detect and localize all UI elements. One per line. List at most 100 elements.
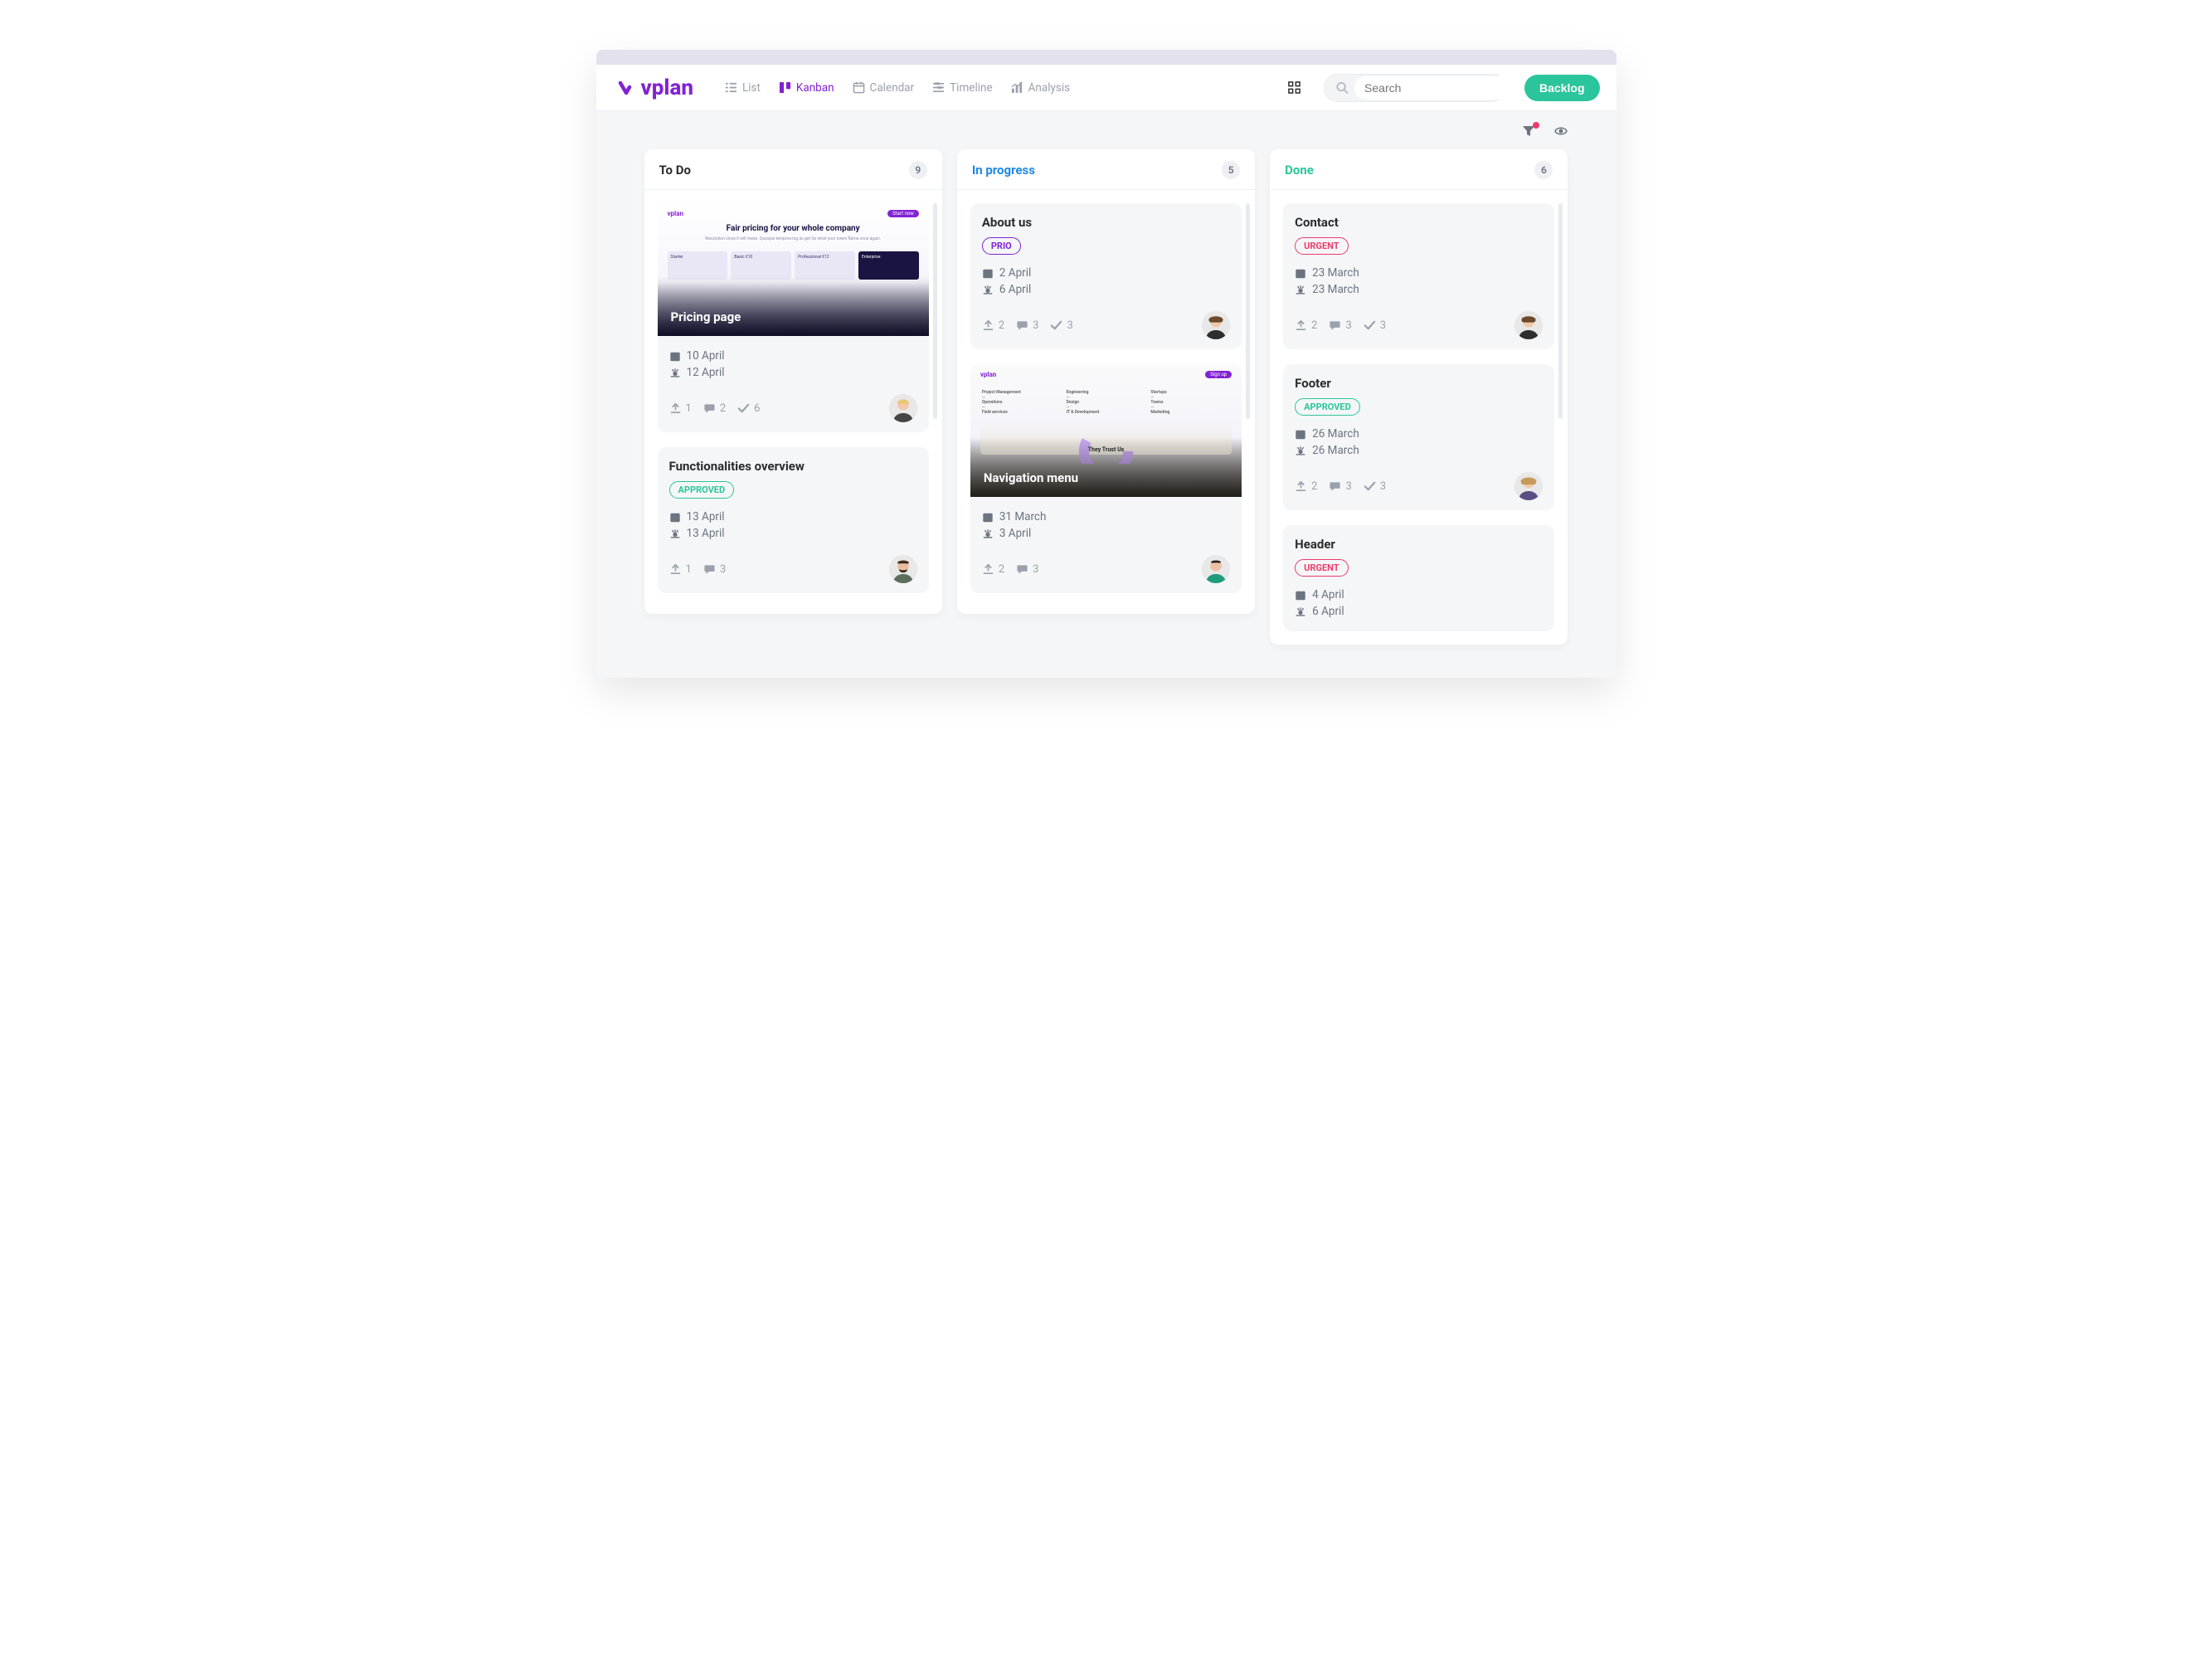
target-icon [669,528,681,540]
target-icon [1295,284,1306,296]
target-icon [982,528,994,540]
fullscreen-button[interactable] [1282,76,1305,100]
calendar-icon [982,267,994,280]
view-calendar[interactable]: Calendar [846,76,921,100]
calendar-icon [853,81,865,94]
assignee-avatar[interactable] [1514,311,1543,339]
filter-indicator-dot [1533,122,1539,129]
upload-icon [1295,480,1307,493]
upload-icon [669,402,682,415]
start-date: 4 April [1295,588,1543,601]
card-title: About us [982,215,1230,230]
check-icon [1050,319,1062,332]
card-footer[interactable]: Footer APPROVED 26 March 26 March 2 3 3 [1283,364,1554,510]
calendar-icon [1295,267,1306,280]
target-icon [982,284,994,296]
assignee-avatar[interactable] [1514,472,1543,500]
column-title: Done [1285,163,1314,178]
upload-icon [1295,319,1307,332]
start-date: 26 March [1295,427,1543,441]
start-date: 2 April [982,266,1230,280]
comment-icon [1329,480,1341,493]
view-list[interactable]: List [718,76,767,100]
expand-icon [1288,81,1300,94]
card-thumbnail: vplanStart now Fair pricing for your who… [658,203,929,336]
view-analysis[interactable]: Analysis [1004,76,1077,100]
card-title: Footer [1295,376,1543,391]
end-date: 6 April [982,283,1230,296]
search-icon [1334,81,1349,94]
view-calendar-label: Calendar [870,81,915,95]
card-title: Contact [1295,215,1543,230]
upload-icon [982,319,994,332]
visibility-button[interactable] [1553,124,1568,141]
card-contact[interactable]: Contact URGENT 23 March 23 March 2 3 3 [1283,203,1554,349]
check-icon [737,402,750,415]
tag-approved: APPROVED [669,481,735,499]
uploads-count: 1 [669,402,692,415]
assignee-avatar[interactable] [1202,555,1230,583]
target-icon [1295,445,1306,457]
column-title: To Do [659,163,691,178]
end-date: 6 April [1295,605,1543,618]
card-title: Functionalities overview [669,459,917,474]
calendar-icon [1295,428,1306,441]
check-icon [1364,319,1376,332]
card-thumbnail: vplanSign up Project Management—Operatio… [970,364,1242,497]
tasks-count: 3 [1364,319,1386,332]
comment-icon [703,402,716,415]
search-field[interactable] [1324,74,1506,102]
board-tools [596,111,1616,149]
uploads-count: 2 [1295,480,1317,493]
filter-button[interactable] [1522,124,1535,141]
upload-icon [982,563,994,576]
tag-approved: APPROVED [1295,398,1360,416]
calendar-icon [669,511,681,523]
card-pricing-page[interactable]: vplanStart now Fair pricing for your who… [658,203,929,432]
column-inprogress: In progress 5 About us PRIO 2 April 6 Ap… [957,149,1255,614]
card-about-us[interactable]: About us PRIO 2 April 6 April 2 3 3 [970,203,1242,349]
scrollbar[interactable] [1558,203,1563,419]
end-date: 13 April [669,527,917,540]
comments-count: 3 [703,563,726,576]
view-list-label: List [742,81,761,95]
comments-count: 3 [1016,319,1038,332]
backlog-button[interactable]: Backlog [1524,75,1599,101]
assignee-avatar[interactable] [1202,311,1230,339]
start-date: 10 April [669,349,917,363]
list-icon [725,81,737,94]
view-timeline-label: Timeline [950,81,993,95]
comments-count: 3 [1016,563,1038,576]
uploads-count: 2 [1295,319,1317,332]
assignee-avatar[interactable] [889,394,917,422]
uploads-count: 1 [669,563,692,576]
view-timeline[interactable]: Timeline [926,76,999,100]
assignee-avatar[interactable] [889,555,917,583]
card-title: Header [1295,537,1543,552]
scrollbar[interactable] [1246,203,1250,419]
start-date: 31 March [982,510,1230,523]
tasks-count: 3 [1050,319,1072,332]
view-kanban[interactable]: Kanban [772,76,841,100]
column-todo: To Do 9 vplanStart now Fair pricing for … [644,149,942,614]
view-switcher: List Kanban Calendar Timeline Analysis [718,76,1077,100]
start-date: 23 March [1295,266,1543,280]
scrollbar[interactable] [933,203,937,419]
card-functionalities[interactable]: Functionalities overview APPROVED 13 Apr… [658,447,929,593]
check-icon [1364,480,1376,493]
view-kanban-label: Kanban [796,81,834,95]
app-window: vplan List Kanban Calendar Timeline [596,50,1616,678]
column-title: In progress [972,163,1035,178]
card-title: Navigation menu [970,437,1242,497]
tag-urgent: URGENT [1295,559,1348,577]
topbar: vplan List Kanban Calendar Timeline [596,65,1616,111]
comment-icon [1016,319,1028,332]
search-input[interactable] [1354,76,1524,100]
card-navigation-menu[interactable]: vplanSign up Project Management—Operatio… [970,364,1242,593]
comments-count: 2 [703,402,726,415]
card-header[interactable]: Header URGENT 4 April 6 April [1283,525,1554,631]
uploads-count: 2 [982,563,1004,576]
end-date: 26 March [1295,444,1543,457]
tasks-count: 6 [737,402,760,415]
comments-count: 3 [1329,480,1351,493]
